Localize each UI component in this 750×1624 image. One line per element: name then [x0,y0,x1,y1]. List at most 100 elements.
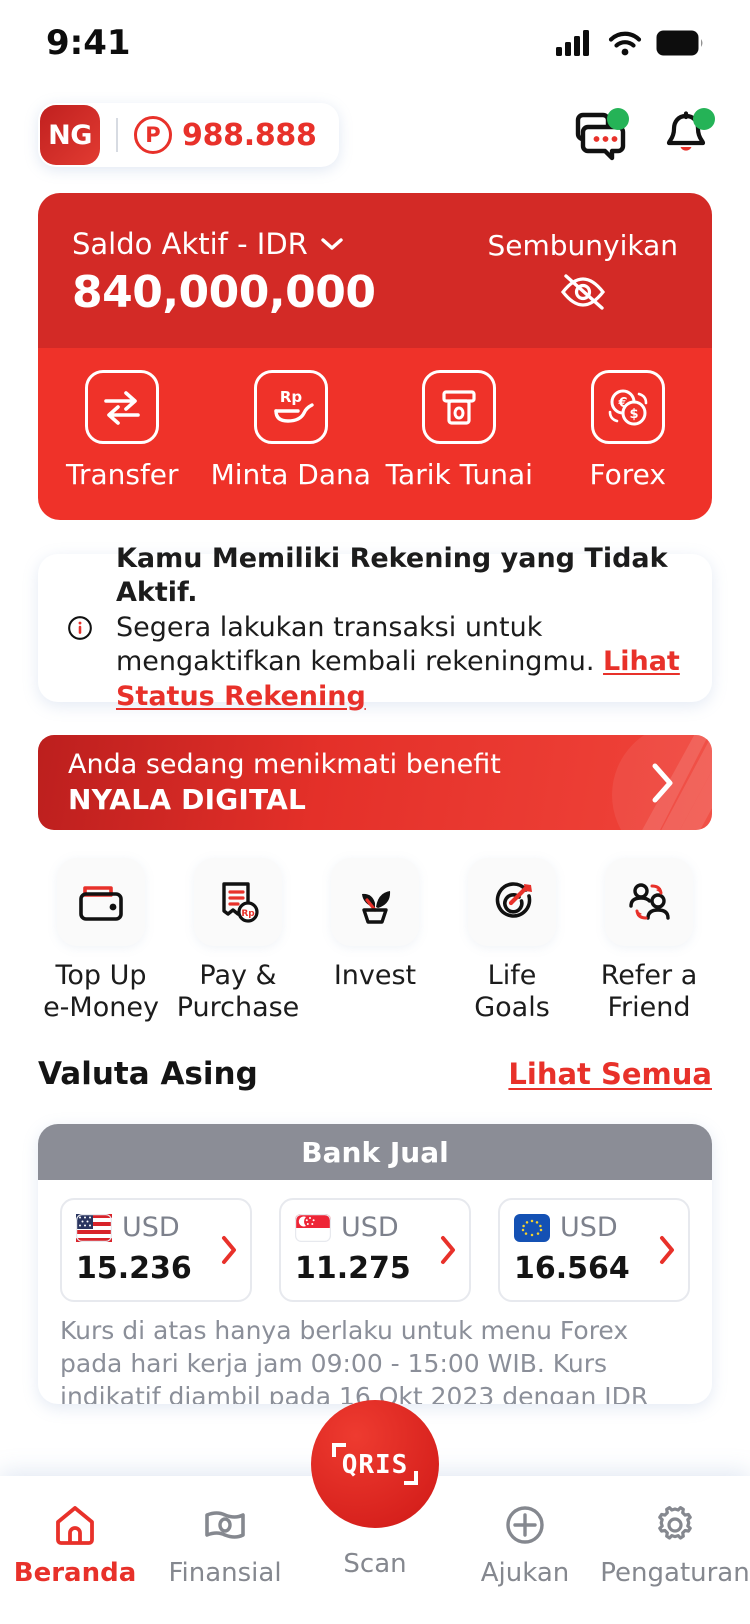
chevron-right-icon [660,1236,674,1264]
benefit-banner[interactable]: Anda sedang menikmati benefit NYALA DIGI… [38,735,712,830]
menu-item-life-goals[interactable]: Life Goals [449,858,575,1025]
svg-text:Rp: Rp [280,388,303,406]
section-title: Valuta Asing [38,1056,258,1092]
header-action-icons [574,108,715,161]
status-bar-icons [556,30,704,56]
shortcut-menu-row: Top Up e-Money Rp Pay & Purchase Invest … [38,858,712,1025]
forex-rate-value: 16.564 [514,1251,630,1286]
valuta-asing-header: Valuta Asing Lihat Semua [38,1056,712,1092]
quick-action-label: Forex [589,458,666,491]
nav-item-pengaturan[interactable]: Pengaturan [600,1502,750,1588]
status-time: 9:41 [46,23,131,63]
eu-flag-icon [514,1213,550,1242]
benefit-line2: NYALA DIGITAL [68,783,307,816]
balance-label: Saldo Aktif - IDR [72,227,308,261]
nav-label: Pengaturan [600,1558,750,1588]
quick-action-label: Tarik Tunai [385,458,533,491]
menu-item-pay-purchase[interactable]: Rp Pay & Purchase [175,858,301,1025]
chevron-right-icon [441,1236,455,1264]
avatar: NG [40,105,100,165]
nav-item-ajukan[interactable]: Ajukan [450,1502,600,1588]
atm-cash-withdrawal-icon [422,370,497,444]
alert-text-block: Kamu Memiliki Rekening yang Tidak Aktif.… [116,542,684,715]
forex-currency-code: USD [341,1212,399,1243]
menu-label: Invest [333,960,417,991]
gear-icon [658,1506,692,1540]
svg-text:$: $ [629,407,638,422]
forex-table-header: Bank Jual [38,1124,712,1180]
hide-balance-toggle[interactable]: Sembunyikan [487,229,678,312]
nav-item-finansial[interactable]: Finansial [150,1502,300,1588]
plant-sprout-icon [331,858,419,946]
forex-rates-card: Bank Jual USD 15.236 USD 11.275 USD 16.5… [38,1124,712,1404]
chevron-right-icon [652,763,673,802]
bell-unread-badge [693,108,715,130]
quick-action-forex[interactable]: € $ Forex [549,370,707,491]
alert-body: Segera lakukan transaksi untuk mengaktif… [115,611,604,678]
target-dart-icon [468,858,556,946]
quick-action-transfer[interactable]: Transfer [43,370,201,491]
wallet-icon [57,858,145,946]
battery-icon [656,30,703,56]
forex-tile-head: USD [295,1212,455,1243]
bill-receipt-rp-icon: Rp [194,858,282,946]
us-flag-icon [76,1213,112,1242]
chat-bubbles-icon[interactable] [574,108,629,161]
balance-summary: Saldo Aktif - IDR 840,000,000 Sembunyika… [38,193,712,348]
nav-label: Scan [343,1549,407,1579]
chevron-right-icon [222,1236,236,1264]
refer-friend-people-icon [605,858,693,946]
balance-card: Saldo Aktif - IDR 840,000,000 Sembunyika… [38,193,712,520]
forex-rate-value: 15.236 [76,1251,192,1286]
home-icon [56,1506,94,1545]
benefit-line1: Anda sedang menikmati benefit [68,749,501,780]
quick-actions-row: Transfer Rp Minta Dana Tarik Tunai € $ F… [38,348,712,520]
nav-item-beranda[interactable]: Beranda [0,1502,150,1588]
svg-text:P: P [145,123,160,147]
status-bar: 9:41 [0,0,750,86]
quick-action-tarik-tunai[interactable]: Tarik Tunai [380,370,538,491]
forex-rate-tile[interactable]: USD 15.236 [60,1198,252,1302]
points-logo-icon: P [134,116,172,154]
forex-tile-head: USD [514,1212,674,1243]
quick-action-label: Transfer [65,458,179,491]
svg-text:Rp: Rp [241,909,255,919]
menu-label: Refer a Friend [600,960,698,1024]
chat-unread-badge [607,108,629,130]
chevron-down-icon [321,238,343,250]
banner-decoration [612,735,712,830]
see-all-link[interactable]: Lihat Semua [508,1057,712,1091]
forex-header-label: Bank Jual [301,1135,449,1169]
alert-title: Kamu Memiliki Rekening yang Tidak Aktif. [115,542,668,609]
pill-divider [116,118,118,152]
user-points-pill[interactable]: NG P 988.888 [38,103,339,167]
forex-currency-code: USD [122,1212,180,1243]
menu-item-refer-a-friend[interactable]: Refer a Friend [586,858,712,1025]
sg-flag-icon [295,1213,331,1242]
forex-currency-code: USD [560,1212,618,1243]
app-header: NG P 988.888 [0,92,750,178]
nav-label: Ajukan [480,1558,570,1588]
banknote-icon [205,1511,245,1539]
quick-action-label: Minta Dana [210,458,371,491]
forex-rate-tile[interactable]: USD 11.275 [279,1198,471,1302]
forex-rate-tile[interactable]: USD 16.564 [498,1198,690,1302]
qris-logo-icon: QRIS [332,1443,418,1485]
app-screen: 9:41 NG P 988.888 Saldo Aktif - IDR 840,… [0,0,750,1624]
forex-disclaimer: Kurs di atas hanya berlaku untuk menu Fo… [60,1316,649,1404]
forex-tile-head: USD [76,1212,236,1243]
menu-item-invest[interactable]: Invest [312,858,438,1025]
plus-circle-icon [506,1506,544,1544]
notification-bell-icon[interactable] [660,108,715,161]
points-value: 988.888 [182,117,317,153]
qris-wordmark: QRIS [342,1450,409,1480]
poin-p-glyph: P [145,123,160,147]
menu-item-top-up-emoney[interactable]: Top Up e-Money [38,858,164,1025]
forex-rate-value: 11.275 [295,1251,411,1286]
menu-label: Pay & Purchase [176,960,300,1024]
cellular-signal-icon [556,30,589,56]
transfer-arrows-icon [85,370,160,444]
scan-qris-button[interactable]: QRIS [311,1400,439,1528]
menu-label: Top Up e-Money [43,960,159,1024]
quick-action-minta-dana[interactable]: Rp Minta Dana [210,370,371,491]
